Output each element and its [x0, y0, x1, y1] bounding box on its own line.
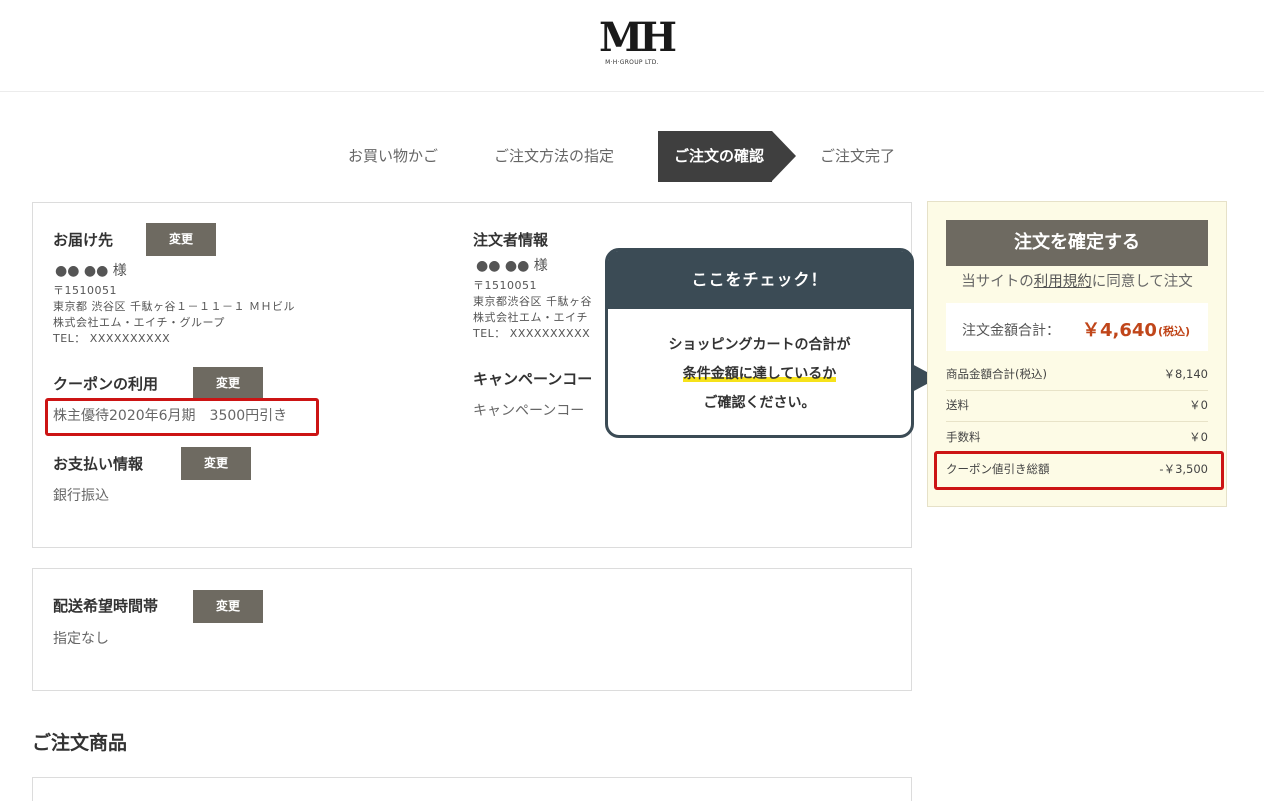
delivery-postal: 〒1510051 [53, 284, 117, 297]
campaign-value: キャンペーンコー [473, 403, 585, 419]
fee-label: 手数料 [946, 430, 981, 444]
delivery-time-change-button[interactable]: 変更 [193, 590, 263, 623]
payment-change-button[interactable]: 変更 [181, 447, 251, 480]
callout-line-1: ショッピングカートの合計が [668, 337, 851, 353]
step-cart: お買い物かご [348, 147, 439, 165]
orderer-company: 株式会社エム・エイチ [473, 311, 588, 324]
checkout-steps: お買い物かご ご注文方法の指定 ご注文の確認 ご注文完了 [0, 131, 1264, 182]
campaign-title: キャンペーンコー [473, 370, 593, 388]
delivery-tel: TEL： XXXXXXXXXX [53, 332, 171, 345]
callout-title: ここをチェック！ [608, 251, 911, 309]
logo-subtext: M·H·GROUP LTD. [605, 59, 659, 66]
step-order-method: ご注文方法の指定 [494, 147, 615, 165]
orderer-address: 東京都渋谷区 千駄ヶ谷 [473, 295, 592, 308]
delivery-time-value: 指定なし [53, 631, 109, 647]
delivery-company: 株式会社エム・エイチ・グループ [53, 316, 225, 329]
order-items-card [32, 777, 912, 801]
coupon-highlight-box [45, 398, 319, 436]
shipping-value: ￥0 [1189, 398, 1208, 412]
step-complete: ご注文完了 [820, 147, 896, 165]
callout-line-3: ご確認ください。 [703, 395, 816, 411]
delivery-change-button[interactable]: 変更 [146, 223, 216, 256]
logo-mark: MH [599, 14, 677, 61]
terms-prefix: 当サイトの [961, 274, 1034, 290]
coupon-title: クーポンの利用 [53, 375, 159, 393]
site-header: MH M·H·GROUP LTD. [0, 0, 1264, 92]
order-items-title: ご注文商品 [32, 732, 128, 754]
subtotal-label: 商品金額合計(税込) [946, 367, 1047, 381]
mh-logo[interactable]: MH M·H·GROUP LTD. [599, 14, 677, 67]
callout-highlight-text: 条件金額に達しているか [682, 366, 837, 382]
total-tax-label: (税込) [1158, 325, 1191, 338]
delivery-name: ●● ●● 様 [55, 263, 127, 279]
callout-body: ショッピングカートの合計が 条件金額に達しているか ご確認ください。 [608, 331, 911, 418]
confirm-order-button[interactable]: 注文を確定する [946, 220, 1208, 266]
summary-divider [946, 390, 1208, 391]
delivery-title: お届け先 [53, 231, 114, 249]
payment-title: お支払い情報 [53, 455, 144, 473]
delivery-address: 東京都 渋谷区 千駄ヶ谷１－１１－１ ＭＨビル [53, 300, 295, 313]
coupon-change-button[interactable]: 変更 [193, 367, 263, 400]
delivery-time-card [32, 568, 912, 691]
total-value: ￥4,640 [1082, 320, 1157, 341]
total-label: 注文金額合計： [962, 323, 1060, 339]
orderer-tel: TEL： XXXXXXXXXX [473, 327, 591, 340]
orderer-name: ●● ●● 様 [476, 258, 548, 274]
summary-divider [946, 421, 1208, 422]
delivery-time-title: 配送希望時間帯 [53, 597, 159, 615]
orderer-title: 注文者情報 [473, 231, 549, 249]
shipping-label: 送料 [946, 398, 969, 412]
subtotal-value: ￥8,140 [1163, 367, 1208, 381]
terms-agreement: 当サイトの利用規約に同意して注文 [946, 270, 1208, 291]
callout-line-2: 条件金額に達しているか [608, 360, 911, 389]
step-confirm-active: ご注文の確認 [658, 131, 796, 182]
discount-highlight-box [934, 451, 1224, 490]
orderer-postal: 〒1510051 [473, 279, 537, 292]
terms-suffix: に同意して注文 [1091, 274, 1193, 290]
payment-value: 銀行振込 [53, 488, 109, 504]
fee-value: ￥0 [1189, 430, 1208, 444]
terms-link[interactable]: 利用規約 [1034, 274, 1092, 290]
check-callout: ここをチェック！ ショッピングカートの合計が 条件金額に達しているか ご確認くだ… [605, 248, 914, 438]
